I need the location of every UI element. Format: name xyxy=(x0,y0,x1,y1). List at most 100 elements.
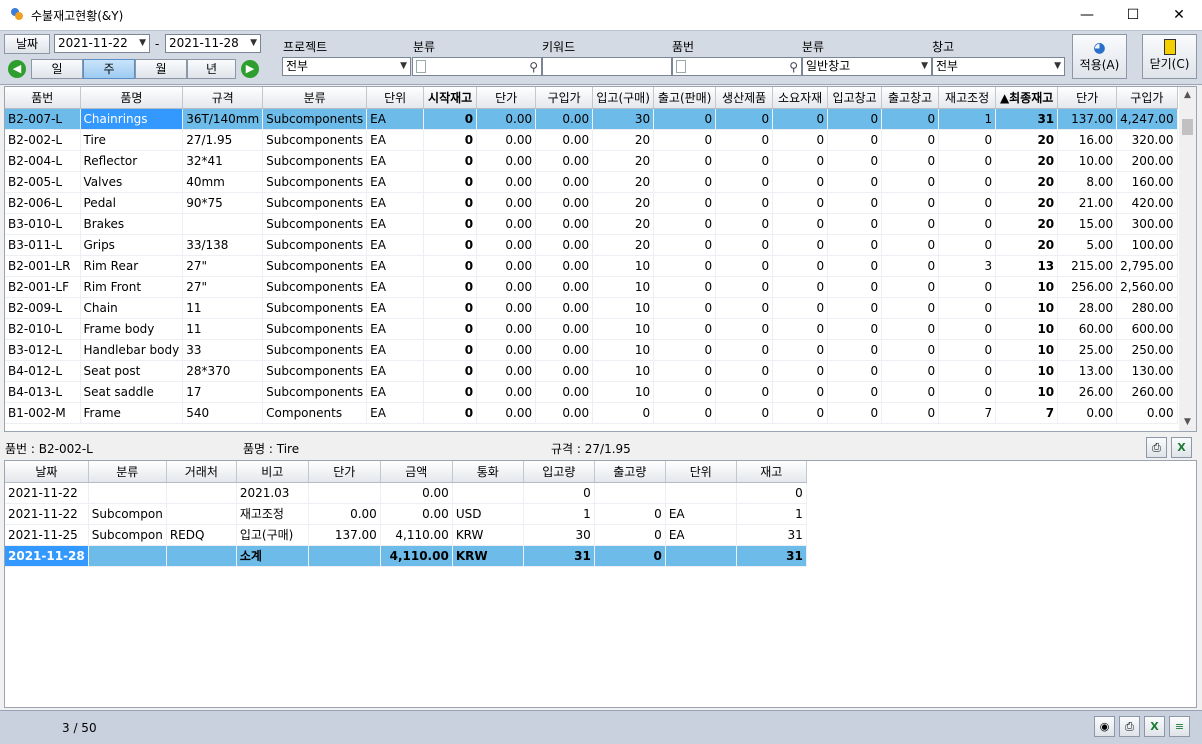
detail-row[interactable]: 2021-11-22 2021.03 0.00 0 0 xyxy=(5,482,807,504)
column-header[interactable]: 구입가 xyxy=(535,87,594,109)
next-period-icon[interactable]: ▶ xyxy=(241,60,259,78)
date-label: 날짜 xyxy=(4,34,50,54)
column-header[interactable]: 출고창고 xyxy=(881,87,940,109)
date-separator: - xyxy=(155,37,160,51)
category2-select[interactable]: 일반창고 ▼ xyxy=(802,57,932,76)
table-cell: 130.00 xyxy=(1116,360,1178,382)
column-header[interactable]: 시작재고 xyxy=(423,87,478,109)
column-header[interactable]: 단가 xyxy=(476,87,537,109)
table-row[interactable]: B4-013-L Seat saddle 17 Subcomponents EA 0 0.0… xyxy=(5,381,1178,403)
column-header[interactable]: 단가 xyxy=(1057,87,1118,109)
minimize-icon[interactable]: — xyxy=(1064,0,1110,30)
camera-icon[interactable]: ◉ xyxy=(1094,716,1115,737)
print-icon[interactable]: ⎙ xyxy=(1146,437,1167,458)
period-year-button[interactable]: 년 xyxy=(187,59,236,79)
scroll-up-icon[interactable]: ▲ xyxy=(1179,87,1196,104)
detail-column-header[interactable]: 단위 xyxy=(665,461,737,483)
table-cell: 1 xyxy=(938,108,997,130)
table-row[interactable]: B3-010-L Brakes Subcomponents EA 0 0.00 0.00 20… xyxy=(5,213,1178,235)
detail-column-header[interactable]: 분류 xyxy=(88,461,167,483)
detail-column-header[interactable]: 단가 xyxy=(308,461,381,483)
column-header[interactable]: 소요자재 xyxy=(772,87,829,109)
detail-column-header[interactable]: 날짜 xyxy=(5,461,89,483)
search-icon[interactable]: ⚲ xyxy=(529,59,538,75)
detail-row[interactable]: 2021-11-22 Subcompon 재고조정 0.00 0.00 USD 1 0 EA 1 xyxy=(5,503,807,525)
maximize-icon[interactable]: ☐ xyxy=(1110,0,1156,30)
table-row[interactable]: B3-012-L Handlebar body 33 Subcomponents EA 0… xyxy=(5,339,1178,361)
detail-column-header[interactable]: 입고량 xyxy=(523,461,595,483)
excel-icon[interactable]: X xyxy=(1144,716,1165,737)
period-month-button[interactable]: 월 xyxy=(135,59,187,79)
export-icon[interactable]: ≡ xyxy=(1169,716,1190,737)
table-cell: 0 xyxy=(423,339,478,361)
close-button[interactable]: 닫기(C) xyxy=(1142,34,1197,79)
detail-row[interactable]: 2021-11-25 Subcompon REDQ 입고(구매) 137.00 4,110… xyxy=(5,524,807,546)
category-field[interactable]: ⚲ xyxy=(412,57,542,76)
item-field[interactable]: ⚲ xyxy=(672,57,802,76)
column-header[interactable]: 단위 xyxy=(366,87,425,109)
period-day-button[interactable]: 일 xyxy=(31,59,83,79)
table-cell: 10 xyxy=(995,318,1059,340)
print-icon[interactable]: ⎙ xyxy=(1119,716,1140,737)
detail-column-header[interactable]: 통화 xyxy=(452,461,524,483)
table-cell: 256.00 xyxy=(1057,276,1118,298)
scroll-thumb[interactable] xyxy=(1182,119,1193,135)
table-cell: EA xyxy=(366,276,425,298)
detail-cell: 4,110.00 xyxy=(380,545,453,567)
column-header[interactable]: 입고(구매) xyxy=(592,87,655,109)
table-row[interactable]: B2-010-L Frame body 11 Subcomponents EA 0 0.00… xyxy=(5,318,1178,340)
vertical-scrollbar[interactable]: ▲ ▼ xyxy=(1179,87,1196,431)
column-header[interactable]: ▲최종재고 xyxy=(995,87,1059,109)
table-row[interactable]: B2-005-L Valves 40mm Subcomponents EA 0 0.00 0.… xyxy=(5,171,1178,193)
table-cell: 32*41 xyxy=(182,150,264,172)
detail-column-header[interactable]: 재고 xyxy=(736,461,807,483)
table-row[interactable]: B4-012-L Seat post 28*370 Subcomponents EA 0 0… xyxy=(5,360,1178,382)
table-cell: Chain xyxy=(80,297,184,319)
table-cell: Reflector xyxy=(80,150,184,172)
period-week-button[interactable]: 주 xyxy=(83,59,135,79)
column-header[interactable]: 규격 xyxy=(182,87,264,109)
table-row[interactable]: B3-011-L Grips 33/138 Subcomponents EA 0 0.00 0… xyxy=(5,234,1178,256)
keyword-input[interactable] xyxy=(542,57,672,76)
table-row[interactable]: B2-004-L Reflector 32*41 Subcomponents EA 0 0.… xyxy=(5,150,1178,172)
table-cell: 0 xyxy=(423,213,478,235)
column-header[interactable]: 분류 xyxy=(262,87,368,109)
date-to-field[interactable]: 2021-11-28 ▼ xyxy=(165,34,261,53)
detail-cell xyxy=(166,545,237,567)
project-select[interactable]: 전부 ▼ xyxy=(282,57,411,76)
table-row[interactable]: B2-002-L Tire 27/1.95 Subcomponents EA 0 0.00 0… xyxy=(5,129,1178,151)
table-row[interactable]: B2-006-L Pedal 90*75 Subcomponents EA 0 0.00 0.… xyxy=(5,192,1178,214)
column-header[interactable]: 구입가 xyxy=(1116,87,1178,109)
detail-cell: 입고(구매) xyxy=(236,524,309,546)
table-cell: 10 xyxy=(995,360,1059,382)
detail-column-header[interactable]: 금액 xyxy=(380,461,453,483)
column-header[interactable]: 생산제품 xyxy=(715,87,774,109)
column-header[interactable]: 재고조정 xyxy=(938,87,997,109)
table-cell: 10 xyxy=(995,297,1059,319)
table-cell: 0 xyxy=(938,276,997,298)
table-row[interactable]: B2-007-L Chainrings 36T/140mm Subcomponents… xyxy=(5,108,1178,130)
search-icon[interactable]: ⚲ xyxy=(789,59,798,75)
detail-column-header[interactable]: 비고 xyxy=(236,461,309,483)
column-header[interactable]: 품번 xyxy=(5,87,81,109)
close-icon[interactable]: ✕ xyxy=(1156,0,1202,30)
prev-period-icon[interactable]: ◀ xyxy=(8,60,26,78)
detail-cell: 0 xyxy=(594,545,666,567)
excel-icon[interactable]: X xyxy=(1171,437,1192,458)
column-header[interactable]: 출고(판매) xyxy=(653,87,717,109)
column-header[interactable]: 품명 xyxy=(80,87,184,109)
apply-button[interactable]: ◕ 적용(A) xyxy=(1072,34,1127,79)
subtotal-row[interactable]: 2021-11-28 소계 4,110.00 KRW 31 0 31 xyxy=(5,545,807,567)
column-header[interactable]: 입고창고 xyxy=(827,87,883,109)
detail-column-header[interactable]: 출고량 xyxy=(594,461,666,483)
date-from-field[interactable]: 2021-11-22 ▼ xyxy=(54,34,150,53)
document-icon xyxy=(676,60,686,73)
scroll-down-icon[interactable]: ▼ xyxy=(1179,414,1196,431)
detail-column-header[interactable]: 거래처 xyxy=(166,461,237,483)
detail-cell xyxy=(308,482,381,504)
table-row[interactable]: B1-002-M Frame 540 Components EA 0 0.00 0.00 0 0 0… xyxy=(5,402,1178,424)
warehouse-select[interactable]: 전부 ▼ xyxy=(932,57,1065,76)
table-row[interactable]: B2-009-L Chain 11 Subcomponents EA 0 0.00 0.00 1… xyxy=(5,297,1178,319)
table-row[interactable]: B2-001-LR Rim Rear 27" Subcomponents EA 0 0.00… xyxy=(5,255,1178,277)
table-row[interactable]: B2-001-LF Rim Front 27" Subcomponents EA 0 0.0… xyxy=(5,276,1178,298)
